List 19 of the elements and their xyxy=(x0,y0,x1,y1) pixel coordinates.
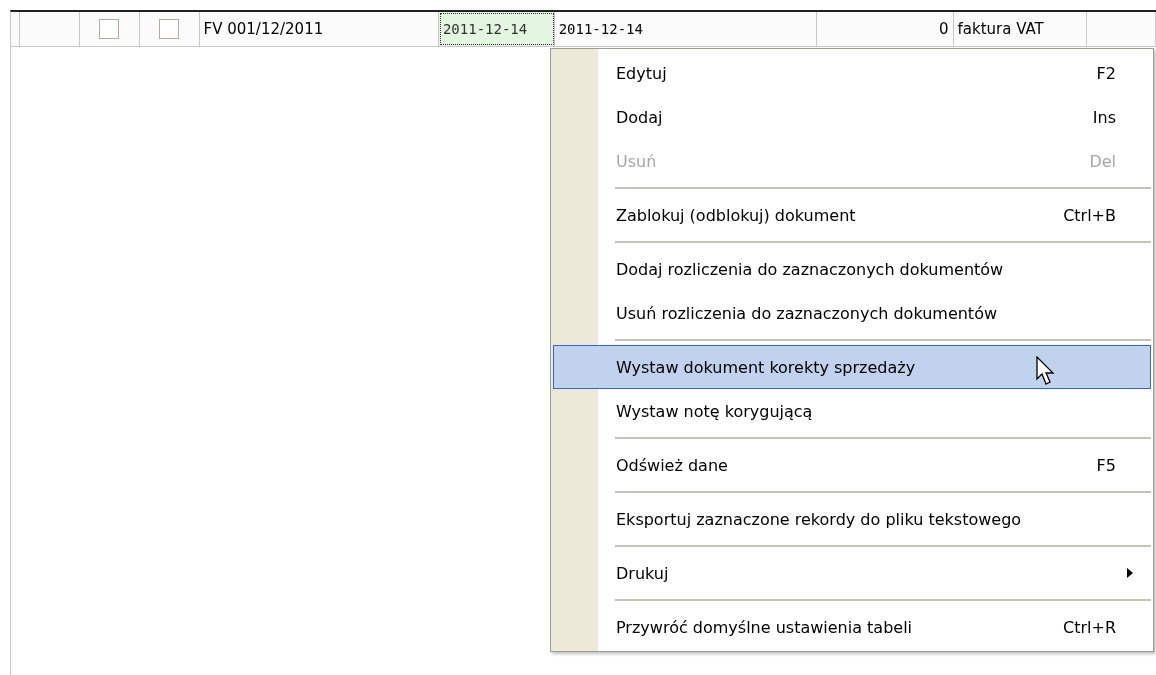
checkbox[interactable] xyxy=(159,19,180,39)
menu-item[interactable]: Eksportuj zaznaczone rekordy do pliku tekstowego xyxy=(553,497,1151,541)
menu-item[interactable]: Edytuj F2 xyxy=(553,51,1151,95)
checkbox[interactable] xyxy=(99,19,120,39)
submenu-arrow-icon xyxy=(1126,567,1134,579)
menu-item[interactable]: Dodaj rozliczenia do zaznaczonych dokumentów xyxy=(553,247,1151,291)
menu-item[interactable]: Drukuj xyxy=(553,551,1151,595)
table-cell: 0 xyxy=(816,12,954,46)
table-cell: 2011-12-14 xyxy=(438,12,555,46)
menu-item[interactable]: Wystaw dokument korekty sprzedaży xyxy=(553,345,1151,389)
table-cell: FV 001/12/2011 xyxy=(199,12,439,46)
menu-item[interactable]: Usuń rozliczenia do zaznaczonych dokumentów xyxy=(553,291,1151,335)
table-cell: 2011-12-14 xyxy=(554,12,817,46)
table-cell: faktura VAT xyxy=(953,12,1088,46)
menu-item[interactable]: Zablokuj (odblokuj) dokument Ctrl+B xyxy=(553,193,1151,237)
menu-item[interactable]: Wystaw notę korygującą xyxy=(553,389,1151,433)
menu-item[interactable]: Dodaj Ins xyxy=(553,95,1151,139)
menu-item[interactable]: Przywróć domyślne ustawienia tabeli Ctrl+R xyxy=(553,605,1151,649)
menu-item[interactable]: Odśwież dane F5 xyxy=(553,443,1151,487)
